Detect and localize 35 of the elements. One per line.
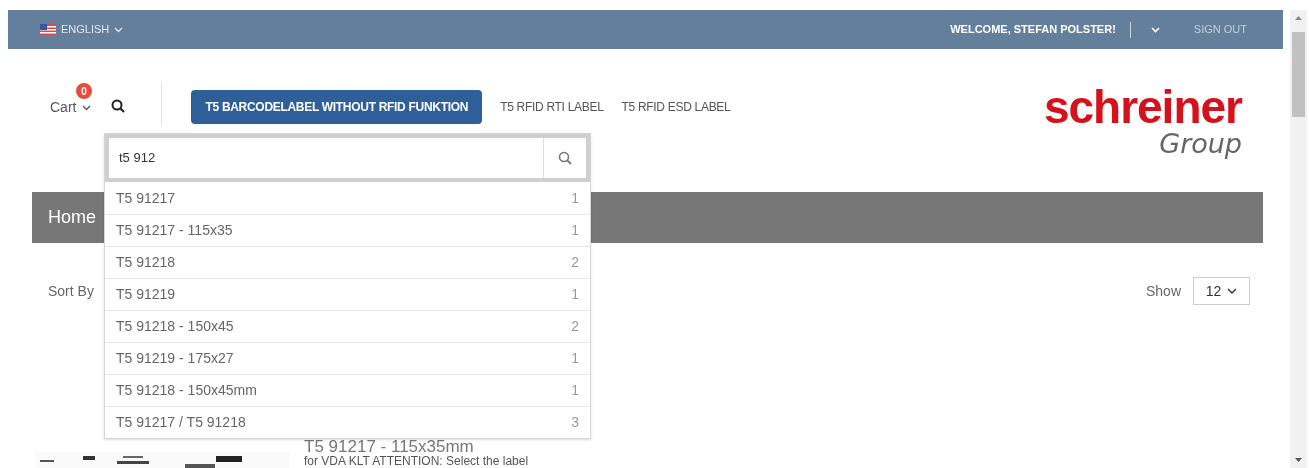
logo-subtitle: Group [1159,129,1242,159]
language-selector[interactable]: ENGLISH [40,21,124,38]
category-tab[interactable]: T5 RFID ESD LABEL [621,90,731,124]
chevron-icon [82,104,92,111]
show-label: Show [1145,281,1181,301]
search-icon [558,151,572,165]
suggestion-item[interactable]: T5 91219 1 [105,278,590,310]
chevron-icon [1227,288,1238,294]
logo-wordmark: schreiner [1043,85,1242,129]
welcome-message: WELCOME, STEFAN POLSTER! [950,22,1116,38]
suggestion-item[interactable]: T5 91217 / T5 91218 3 [105,406,590,438]
cart-count-badge: 0 [76,83,92,99]
search-field[interactable]: t5 912 [105,134,590,182]
suggestion-item[interactable]: T5 91218 - 150x45mm 1 [105,374,590,406]
sort-label: Sort By [48,281,94,301]
product-title: T5 91217 - 115x35mm [304,438,475,455]
category-tab[interactable]: T5 BARCODELABEL WITHOUT RFID FUNKTION [191,90,483,124]
search-input[interactable]: t5 912 [109,138,543,178]
category-tab[interactable]: T5 RFID RTI LABEL [500,90,604,124]
scrollbar-thumb[interactable] [1292,32,1305,117]
flag-icon [40,24,56,35]
breadcrumb-link[interactable]: Home [48,204,96,231]
suggestion-item[interactable]: T5 91218 2 [105,246,590,278]
scroll-down-icon [1295,458,1302,462]
suggestion-item[interactable]: T5 91217 - 115x35 1 [105,214,590,246]
search-toggle[interactable] [111,99,126,113]
page-size-select[interactable]: 12 [1193,277,1250,305]
product-description: for VDA KLT ATTENTION: Select the label [304,455,529,467]
chevron-icon [1150,26,1160,33]
scroll-up-icon [1295,16,1302,20]
suggestion-item[interactable]: T5 91217 1 [105,182,590,214]
suggestion-item[interactable]: T5 91218 - 150x45 2 [105,310,590,342]
chevron-icon [114,26,124,33]
suggestion-item[interactable]: T5 91219 - 175x27 1 [105,342,590,374]
search-icon [111,99,126,113]
